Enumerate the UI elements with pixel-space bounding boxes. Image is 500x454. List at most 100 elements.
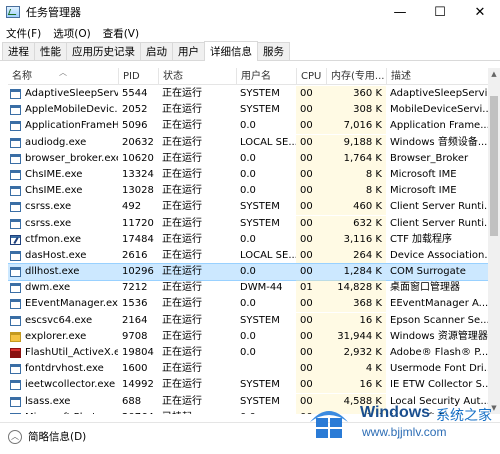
cell-description: Epson Scanner Se... bbox=[390, 314, 488, 326]
cell-status: 正在运行 bbox=[162, 168, 202, 180]
menu-bar: 文件(F) 选项(O) 查看(V) bbox=[0, 24, 500, 42]
cell-memory: 8 K bbox=[326, 183, 386, 200]
cell-pid: 10296 bbox=[122, 266, 154, 278]
cell-cpu: 00 bbox=[296, 231, 326, 248]
cell-user: 0.0 bbox=[240, 168, 256, 180]
cell-name: lsass.exe bbox=[25, 395, 71, 407]
cell-pid: 20632 bbox=[122, 136, 154, 148]
table-row[interactable]: dllhost.exe 10296 正在运行 0.0 00 1,284 K COM Surr… bbox=[8, 263, 488, 282]
tab-app-history[interactable]: 应用历史记录 bbox=[66, 42, 141, 60]
cell-cpu: 00 bbox=[296, 118, 326, 135]
fewer-details-button[interactable]: ︿ 简略信息(D) bbox=[8, 429, 86, 444]
cell-user: SYSTEM bbox=[240, 395, 280, 407]
cell-pid: 2164 bbox=[122, 314, 148, 326]
table-row[interactable]: ctfmon.exe 17484 正在运行 0.0 00 3,116 K CTF 加载程序 bbox=[8, 231, 488, 248]
tab-users[interactable]: 用户 bbox=[172, 42, 205, 60]
cell-status: 正在运行 bbox=[162, 120, 202, 132]
cell-cpu: 00 bbox=[296, 102, 326, 119]
tab-startup[interactable]: 启动 bbox=[140, 42, 173, 60]
cell-name: ChsIME.exe bbox=[25, 185, 83, 197]
cell-status: 正在运行 bbox=[162, 201, 202, 213]
cell-pid: 2616 bbox=[122, 249, 148, 261]
cell-name: browser_broker.exe bbox=[25, 152, 118, 164]
cell-status: 正在运行 bbox=[162, 185, 202, 197]
table-row[interactable]: ChsIME.exe 13028 正在运行 0.0 00 8 K Microsoft IME bbox=[8, 183, 488, 200]
cell-description: COM Surrogate bbox=[390, 266, 466, 278]
cell-pid: 688 bbox=[122, 395, 142, 407]
cell-memory: 632 K bbox=[326, 215, 386, 232]
cell-cpu: 01 bbox=[296, 280, 326, 297]
table-row[interactable]: EEventManager.exe 1536 正在运行 0.0 00 368 K EEven… bbox=[8, 296, 488, 313]
table-row[interactable]: escsvc64.exe 2164 正在运行 SYSTEM 00 16 K Epson Sc… bbox=[8, 312, 488, 329]
cell-user: SYSTEM bbox=[240, 217, 280, 229]
cell-status: 正在运行 bbox=[162, 217, 202, 229]
scroll-up-icon[interactable]: ▲ bbox=[488, 68, 500, 80]
table-row[interactable]: explorer.exe 9708 正在运行 0.0 00 31,944 K Windows… bbox=[8, 328, 488, 345]
watermark-url: www.bjjmlv.com bbox=[362, 425, 447, 439]
close-button[interactable]: ✕ bbox=[460, 0, 500, 24]
cell-memory: 1,764 K bbox=[326, 150, 386, 167]
column-header-memory[interactable]: 内存(专用... bbox=[326, 68, 386, 85]
scroll-thumb[interactable] bbox=[490, 96, 498, 236]
cell-user: 0.0 bbox=[236, 410, 296, 414]
table-row[interactable]: ApplicationFrameH... 5096 正在运行 0.0 007,016 K… bbox=[8, 118, 488, 135]
cell-pid: 14992 bbox=[122, 379, 154, 391]
table-row[interactable]: dwm.exe 7212 正在运行 DWM-44 01 14,828 K 桌面窗口管理器 bbox=[8, 280, 488, 297]
table-row[interactable]: FlashUtil_ActiveX.exe 19804 正在运行 0.0 002,932… bbox=[8, 345, 488, 361]
tab-performance[interactable]: 性能 bbox=[34, 42, 67, 60]
table-row[interactable]: fontdrvhost.exe 1600 正在运行 00 4 K Usermode Fon… bbox=[8, 361, 488, 378]
menu-options[interactable]: 选项(O) bbox=[47, 26, 96, 41]
cell-pid: 492 bbox=[122, 201, 142, 213]
cell-user: 0.0 bbox=[240, 298, 256, 310]
column-header-user[interactable]: 用户名 bbox=[236, 68, 296, 85]
tab-processes[interactable]: 进程 bbox=[2, 42, 35, 60]
cell-name: AppleMobileDevic... bbox=[25, 104, 118, 116]
column-header-pid[interactable]: PID bbox=[118, 68, 158, 85]
cell-description: 桌面窗口管理器 bbox=[390, 282, 460, 294]
watermark-site-name: 系统之家 bbox=[436, 408, 492, 424]
table-row[interactable]: dasHost.exe 2616 正在运行 LOCAL SE... 00 264 K Dev… bbox=[8, 247, 488, 264]
tab-details[interactable]: 详细信息 bbox=[204, 41, 258, 61]
menu-view[interactable]: 查看(V) bbox=[97, 26, 145, 41]
cell-cpu: 00 bbox=[296, 215, 326, 232]
table-row[interactable]: browser_broker.exe 10620 正在运行 0.0 00 1,764 K B… bbox=[8, 150, 488, 167]
cell-user: 0.0 bbox=[240, 233, 256, 245]
table-row[interactable]: csrss.exe 492 正在运行 SYSTEM 00 460 K Client Serv… bbox=[8, 199, 488, 216]
cell-description: MobileDeviceServi... bbox=[390, 104, 488, 116]
vertical-scrollbar[interactable]: ▲ ▼ bbox=[488, 68, 500, 414]
menu-file[interactable]: 文件(F) bbox=[0, 26, 47, 41]
cell-user: 0.0 bbox=[240, 330, 256, 342]
cell-memory: 9,188 K bbox=[326, 134, 386, 151]
cell-name: explorer.exe bbox=[25, 330, 87, 342]
cell-status: 正在运行 bbox=[162, 330, 202, 342]
column-header-status[interactable]: 状态 bbox=[158, 68, 236, 85]
cell-memory: 3,116 K bbox=[326, 231, 386, 248]
cell-name: csrss.exe bbox=[25, 201, 72, 213]
cell-name: csrss.exe bbox=[25, 217, 72, 229]
cell-pid: 1600 bbox=[122, 363, 148, 375]
cell-pid: 7212 bbox=[122, 282, 148, 294]
column-header-name[interactable]: 名称 ︿ bbox=[8, 68, 118, 85]
cell-memory: 360 K bbox=[326, 86, 386, 102]
table-row[interactable]: AdaptiveSleepServ... 5544 正在运行 SYSTEM 00 360 … bbox=[8, 86, 488, 102]
column-header-description[interactable]: 描述 bbox=[386, 68, 488, 85]
cell-name: EEventManager.exe bbox=[25, 298, 118, 310]
cell-memory: 14,828 K bbox=[326, 280, 386, 297]
table-row[interactable]: audiodg.exe 20632 正在运行 LOCAL SE... 00 9,188 K… bbox=[8, 134, 488, 151]
cell-user: 0.0 bbox=[240, 152, 256, 164]
tab-services[interactable]: 服务 bbox=[257, 42, 290, 60]
column-header-cpu[interactable]: CPU bbox=[296, 68, 326, 85]
cell-status: 正在运行 bbox=[162, 347, 202, 358]
watermark-brand: Windows bbox=[360, 404, 431, 421]
cell-cpu: 00 bbox=[296, 312, 326, 329]
cell-status: 已挂起 bbox=[158, 410, 236, 414]
table-row[interactable]: csrss.exe 11720 正在运行 SYSTEM 00 632 K Client Se… bbox=[8, 215, 488, 232]
table-row[interactable]: ChsIME.exe 13324 正在运行 0.0 00 8 K Microsoft IME bbox=[8, 166, 488, 183]
sort-ascending-icon: ︿ bbox=[59, 68, 67, 77]
fewer-details-label: 简略信息(D) bbox=[28, 431, 87, 443]
maximize-button[interactable]: ☐ bbox=[420, 0, 460, 24]
cell-pid: 13324 bbox=[122, 168, 154, 180]
minimize-button[interactable]: — bbox=[380, 0, 420, 24]
table-row[interactable]: AppleMobileDevic... 2052 正在运行 SYSTEM 00 308 K… bbox=[8, 102, 488, 119]
cell-status: 正在运行 bbox=[162, 88, 202, 99]
